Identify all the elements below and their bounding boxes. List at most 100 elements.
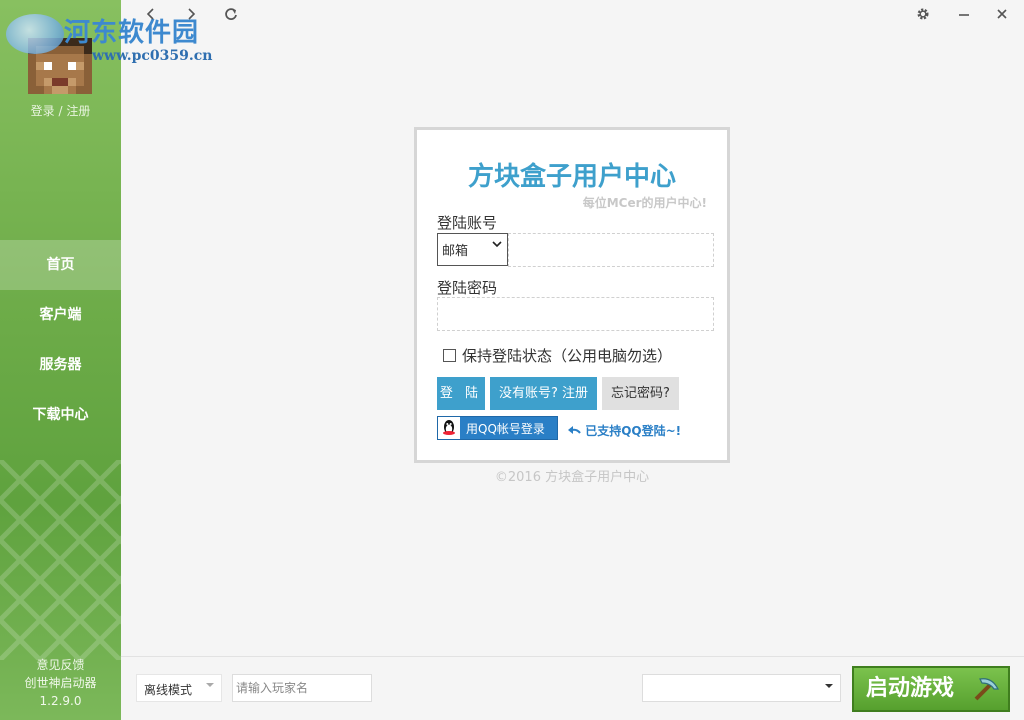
chevron-down-icon bbox=[824, 681, 834, 694]
avatar-pixel bbox=[44, 46, 52, 54]
qq-login-label: 用QQ帐号登录 bbox=[466, 421, 545, 436]
gear-icon[interactable] bbox=[913, 6, 933, 26]
avatar-pixel bbox=[60, 62, 68, 70]
chevron-down-icon bbox=[205, 680, 215, 693]
avatar-pixel bbox=[76, 78, 84, 86]
qq-login-button[interactable]: 用QQ帐号登录 bbox=[437, 416, 558, 440]
avatar-pixel bbox=[76, 54, 84, 62]
avatar-pixel bbox=[68, 54, 76, 62]
avatar-pixel bbox=[52, 78, 60, 86]
launch-game-button[interactable]: 启动游戏 bbox=[852, 666, 1010, 712]
sidebar-nav: 首页 客户端 服务器 下载中心 bbox=[0, 240, 121, 440]
avatar-pixel bbox=[52, 70, 60, 78]
avatar-pixel bbox=[60, 54, 68, 62]
avatar-pixel bbox=[36, 54, 44, 62]
avatar-pixel bbox=[52, 62, 60, 70]
mode-value: 离线模式 bbox=[144, 683, 193, 697]
minimize-icon[interactable] bbox=[954, 6, 974, 26]
remember-label[interactable]: 保持登陆状态（公用电脑勿选） bbox=[462, 345, 672, 366]
avatar-pixel bbox=[36, 46, 44, 54]
avatar-pixel bbox=[76, 38, 84, 46]
avatar-pixel bbox=[84, 38, 92, 46]
avatar-pixel bbox=[28, 70, 36, 78]
avatar-pixel bbox=[36, 38, 44, 46]
avatar-pixel bbox=[76, 46, 84, 54]
avatar-pixel bbox=[76, 70, 84, 78]
forgot-password-button[interactable]: 忘记密码? bbox=[602, 377, 679, 410]
avatar-pixel bbox=[28, 46, 36, 54]
avatar-pixel bbox=[68, 62, 76, 70]
avatar-pixel bbox=[60, 38, 68, 46]
sidebar-pattern bbox=[0, 460, 121, 660]
avatar-pixel bbox=[52, 86, 60, 94]
password-input[interactable] bbox=[437, 297, 714, 331]
refresh-icon[interactable] bbox=[221, 6, 241, 26]
avatar-pixel bbox=[44, 78, 52, 86]
account-label: 登陆账号 bbox=[437, 214, 498, 232]
account-type-select[interactable]: 邮箱 bbox=[437, 233, 508, 266]
avatar-pixel bbox=[76, 86, 84, 94]
avatar-pixel bbox=[84, 70, 92, 78]
avatar-pixel bbox=[28, 78, 36, 86]
avatar-pixel bbox=[28, 38, 36, 46]
avatar-pixel bbox=[36, 86, 44, 94]
qq-support-text: 已支持QQ登陆~! bbox=[585, 424, 682, 438]
avatar-pixel bbox=[68, 86, 76, 94]
register-button[interactable]: 没有账号? 注册 bbox=[490, 377, 597, 410]
login-panel: 方块盒子用户中心 每位MCer的用户中心! 登陆账号 邮箱 登陆密码 保持登陆状… bbox=[414, 127, 730, 463]
avatar-pixel bbox=[36, 78, 44, 86]
app-name: 创世神启动器 bbox=[24, 676, 97, 690]
avatar-pixel bbox=[68, 78, 76, 86]
remember-checkbox[interactable] bbox=[443, 349, 456, 362]
avatar-pixel bbox=[84, 78, 92, 86]
avatar-pixel bbox=[28, 62, 36, 70]
avatar[interactable] bbox=[28, 38, 92, 94]
login-register-link[interactable]: 登录 / 注册 bbox=[0, 102, 121, 119]
login-button[interactable]: 登 陆 bbox=[437, 377, 485, 410]
mode-select[interactable]: 离线模式 bbox=[136, 674, 222, 702]
avatar-pixel bbox=[60, 46, 68, 54]
sidebar-item-download[interactable]: 下载中心 bbox=[0, 390, 121, 440]
copyright-text: ©2016 方块盒子用户中心 bbox=[494, 470, 650, 485]
chevron-left-icon[interactable] bbox=[141, 6, 161, 26]
avatar-pixel bbox=[28, 54, 36, 62]
avatar-pixel bbox=[36, 70, 44, 78]
avatar-pixel bbox=[60, 70, 68, 78]
avatar-pixel bbox=[52, 38, 60, 46]
player-name-input[interactable] bbox=[232, 674, 372, 702]
close-icon[interactable] bbox=[992, 6, 1012, 26]
avatar-pixel bbox=[60, 78, 68, 86]
version-select[interactable] bbox=[642, 674, 841, 702]
avatar-pixel bbox=[84, 86, 92, 94]
launch-game-label: 启动游戏 bbox=[866, 676, 955, 701]
sidebar-item-home[interactable]: 首页 bbox=[0, 240, 121, 290]
sidebar-item-server[interactable]: 服务器 bbox=[0, 340, 121, 390]
password-label: 登陆密码 bbox=[437, 279, 498, 297]
avatar-pixel bbox=[76, 62, 84, 70]
qq-penguin-icon bbox=[438, 417, 460, 439]
qq-support-note: 已支持QQ登陆~! bbox=[567, 422, 681, 439]
account-input[interactable] bbox=[508, 233, 714, 267]
reply-arrow-icon bbox=[567, 424, 585, 438]
chevron-right-icon[interactable] bbox=[181, 6, 201, 26]
avatar-pixel bbox=[44, 54, 52, 62]
avatar-pixel bbox=[44, 62, 52, 70]
login-subtitle: 每位MCer的用户中心! bbox=[582, 196, 707, 210]
top-toolbar bbox=[121, 0, 1024, 32]
avatar-pixel bbox=[84, 46, 92, 54]
login-title: 方块盒子用户中心 bbox=[467, 162, 676, 192]
avatar-pixel bbox=[60, 86, 68, 94]
avatar-pixel bbox=[68, 46, 76, 54]
avatar-pixel bbox=[52, 54, 60, 62]
feedback-link[interactable]: 意见反馈 bbox=[0, 656, 121, 674]
remember-row: 保持登陆状态（公用电脑勿选） bbox=[443, 345, 672, 366]
sidebar-item-client[interactable]: 客户端 bbox=[0, 290, 121, 340]
avatar-pixel bbox=[84, 54, 92, 62]
avatar-pixel bbox=[68, 38, 76, 46]
bottom-bar: 离线模式 启动游戏 bbox=[121, 656, 1024, 720]
avatar-pixel bbox=[44, 38, 52, 46]
app-version: 1.2.9.0 bbox=[39, 694, 82, 708]
avatar-pixel bbox=[28, 86, 36, 94]
account-type-value: 邮箱 bbox=[442, 244, 469, 259]
avatar-pixel bbox=[36, 62, 44, 70]
